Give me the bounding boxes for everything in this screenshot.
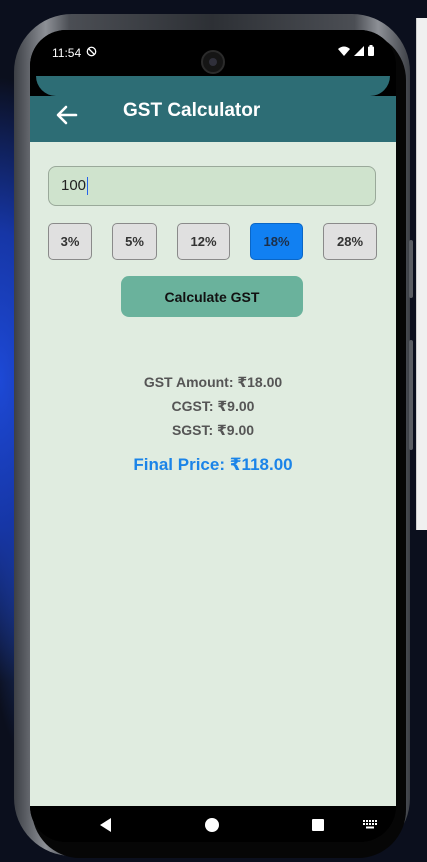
volume-button [409,240,413,298]
wifi-icon [338,46,350,56]
rate-button-3[interactable]: 3% [48,223,92,260]
triangle-back-icon[interactable] [100,818,111,832]
text-cursor [87,177,89,196]
status-icons [338,45,374,56]
amount-input-value: 100 [61,177,87,194]
navigation-bar [30,806,396,842]
calculate-gst-button[interactable]: Calculate GST [121,276,303,317]
status-time: 11:54 [52,46,82,60]
background-window [416,18,427,530]
sgst-text: SGST: ₹9.00 [171,422,255,438]
battery-icon [368,45,374,56]
app-bar: GST Calculator [30,96,396,142]
square-recents-icon[interactable] [312,819,324,831]
front-camera [201,50,225,74]
circle-home-icon[interactable] [205,818,219,832]
rate-button-18[interactable]: 18% [250,223,303,260]
calculator-content: 100 3% 5% 12% 18% 28% Calculate GST GST … [30,142,396,806]
app-bar-edge [36,76,390,96]
status-bar: 11:54 [30,30,396,76]
cgst-text: CGST: ₹9.00 [171,398,255,414]
phone-screen: 11:54 GST Calculator 100 3% 5% 12% 18% 2… [30,30,396,842]
gst-amount-text: GST Amount: ₹18.00 [143,374,283,390]
page-title: GST Calculator [123,100,261,121]
final-price-text: Final Price: ₹118.00 [133,455,293,474]
rate-button-5[interactable]: 5% [112,223,157,260]
keyboard-icon[interactable] [363,820,377,829]
rate-button-28[interactable]: 28% [323,223,377,260]
power-button [409,340,413,450]
amount-input[interactable]: 100 [48,166,376,206]
signal-icon [354,45,364,56]
rate-button-12[interactable]: 12% [177,223,230,260]
do-not-disturb-icon [86,46,97,57]
arrow-left-icon[interactable] [52,100,82,130]
